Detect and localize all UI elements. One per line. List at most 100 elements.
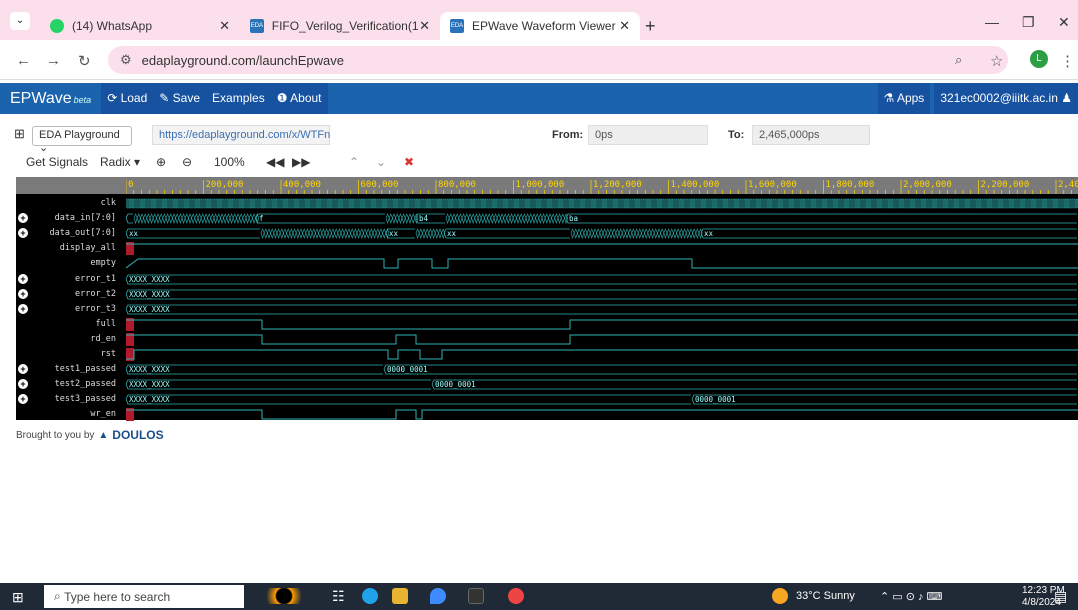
signal-row[interactable]: test1_passed + XXXX_XXXX 0000_0001 <box>16 362 1078 377</box>
rewind-icon[interactable]: ◀◀ <box>262 153 288 173</box>
expand-panel-icon[interactable]: ⊞ <box>14 126 25 142</box>
url-field[interactable]: ⚙ edaplayground.com/launchEpwave <box>108 46 1008 74</box>
weather-text[interactable]: 33°C Sunny <box>796 590 855 602</box>
clear-x-icon[interactable]: ✖ <box>400 153 418 173</box>
waveform-trace[interactable]: XXXX_XXXX <box>126 287 1078 302</box>
playground-select[interactable]: EDA Playground ⌄ <box>32 126 132 154</box>
close-icon[interactable]: ✕ <box>419 18 430 34</box>
waveform-trace[interactable] <box>126 332 1078 347</box>
tab-fifo[interactable]: EDA FIFO_Verilog_Verification(1) - EI ✕ <box>240 12 440 40</box>
signal-name[interactable]: test3_passed <box>16 392 124 407</box>
user-menu[interactable]: 321ec0002@iiitk.ac.in ♟ <box>934 83 1078 114</box>
down-arrow-icon[interactable]: ⌄ <box>372 153 390 173</box>
waveform-trace[interactable]: XXXX_XXXX 0000_0001 <box>126 392 1078 407</box>
tab-epwave[interactable]: EDA EPWave Waveform Viewer ✕ <box>440 12 640 40</box>
d-app-icon[interactable] <box>468 588 484 604</box>
to-input[interactable]: 2,465,000ps <box>752 125 870 145</box>
edge-icon[interactable] <box>362 588 378 604</box>
signal-row[interactable]: test3_passed + XXXX_XXXX 0000_0001 <box>16 392 1078 407</box>
signal-name[interactable]: display_all <box>16 241 124 256</box>
signal-row[interactable]: data_in[7:0] + f b4 ba <box>16 211 1078 226</box>
taskbar-search[interactable]: ⌕ Type here to search <box>44 585 244 608</box>
signal-name[interactable]: data_in[7:0] <box>16 211 124 226</box>
signal-name[interactable]: error_t1 <box>16 272 124 287</box>
close-icon[interactable]: ✕ <box>219 18 230 34</box>
signal-row[interactable]: error_t2 + XXXX_XXXX <box>16 287 1078 302</box>
signal-name[interactable]: data_out[7:0] <box>16 226 124 241</box>
drop-app-icon[interactable] <box>430 588 446 604</box>
waveform-trace[interactable] <box>126 241 1078 256</box>
file-explorer-icon[interactable] <box>392 588 408 604</box>
signal-row[interactable]: wr_en <box>16 407 1078 422</box>
signal-row[interactable]: data_out[7:0] + xx xx xx xx <box>16 226 1078 241</box>
forward-icon[interactable]: → <box>46 52 61 69</box>
from-input[interactable]: 0ps <box>588 125 708 145</box>
signal-name[interactable]: error_t2 <box>16 287 124 302</box>
signal-name[interactable]: rst <box>16 347 124 362</box>
reload-icon[interactable]: ↻ <box>78 52 91 70</box>
minimize-icon[interactable]: — <box>985 14 999 30</box>
task-view-icon[interactable]: ☷ <box>332 588 348 604</box>
signal-row[interactable]: rd_en <box>16 332 1078 347</box>
tray-icons[interactable]: ⌃ ▭ ⊙ ♪ ⌨ <box>880 590 942 603</box>
restore-icon[interactable]: ❐ <box>1022 14 1035 31</box>
menu-kebab-icon[interactable]: ⋮ <box>1060 52 1075 70</box>
signal-row[interactable]: test2_passed + XXXX_XXXX 0000_0001 <box>16 377 1078 392</box>
signal-name[interactable]: error_t3 <box>16 302 124 317</box>
profile-avatar[interactable]: L <box>1030 50 1048 68</box>
signal-row[interactable]: empty <box>16 256 1078 271</box>
signal-row[interactable]: clk <box>16 196 1078 211</box>
about-button[interactable]: ❶ About <box>270 83 328 114</box>
signal-row[interactable]: error_t1 + XXXX_XXXX <box>16 272 1078 287</box>
signal-name[interactable]: test1_passed <box>16 362 124 377</box>
waveform-trace[interactable] <box>126 196 1078 211</box>
signal-row[interactable]: display_all <box>16 241 1078 256</box>
signal-name[interactable]: test2_passed <box>16 377 124 392</box>
waveform-trace[interactable]: XXXX_XXXX <box>126 302 1078 317</box>
waveform-trace[interactable]: f b4 ba <box>126 211 1078 226</box>
eclipse-widget-icon[interactable] <box>260 588 308 604</box>
zoom-icon[interactable]: ⌕ <box>955 52 962 68</box>
signal-name[interactable]: rd_en <box>16 332 124 347</box>
app-brand[interactable]: EPWave beta <box>0 90 101 108</box>
waveform-trace[interactable]: XXXX_XXXX <box>126 272 1078 287</box>
signal-row[interactable]: full <box>16 317 1078 332</box>
waveform-trace[interactable] <box>126 317 1078 332</box>
waveform-trace[interactable]: xx xx xx xx <box>126 226 1078 241</box>
tab-search-chevron-icon[interactable]: ⌄ <box>10 12 30 30</box>
expand-plus-icon[interactable]: + <box>18 288 28 299</box>
new-tab-icon[interactable]: + <box>645 16 656 37</box>
load-button[interactable]: ⟳ Load <box>101 83 154 114</box>
waveform-trace[interactable] <box>126 347 1078 362</box>
window-close-icon[interactable]: ✕ <box>1058 14 1070 31</box>
bookmark-star-icon[interactable]: ☆ <box>990 52 1003 70</box>
expand-plus-icon[interactable]: + <box>18 273 28 284</box>
signal-name[interactable]: empty <box>16 256 124 271</box>
back-icon[interactable]: ← <box>16 52 31 69</box>
waveform-trace[interactable] <box>126 256 1078 271</box>
examples-button[interactable]: Examples <box>206 83 271 114</box>
tab-whatsapp[interactable]: (14) WhatsApp ✕ <box>40 12 240 40</box>
signal-name[interactable]: full <box>16 317 124 332</box>
close-icon[interactable]: ✕ <box>619 18 630 34</box>
up-arrow-icon[interactable]: ⌃ <box>345 153 363 173</box>
site-info-icon[interactable]: ⚙ <box>120 52 132 68</box>
save-button[interactable]: ✎ Save <box>153 83 207 114</box>
zoom-in-icon[interactable]: ⊕ <box>152 153 170 173</box>
doulos-logo[interactable]: DOULOS <box>112 428 163 442</box>
playground-link[interactable]: https://edaplayground.com/x/WTFn <box>152 125 330 145</box>
signal-row[interactable]: error_t3 + XXXX_XXXX <box>16 302 1078 317</box>
apps-button[interactable]: ⚗ Apps <box>877 83 931 114</box>
chrome-icon[interactable] <box>508 588 524 604</box>
windows-start-icon[interactable]: ⊞ <box>12 589 24 606</box>
waveform-trace[interactable] <box>126 407 1078 422</box>
waveform-panel[interactable]: 0 200,000 400,000 600,000 800,000 1,000,000 1,… <box>16 177 1078 422</box>
get-signals-button[interactable]: Get Signals <box>22 153 92 173</box>
zoom-out-icon[interactable]: ⊖ <box>178 153 196 173</box>
signal-name[interactable]: clk <box>16 196 124 211</box>
waveform-trace[interactable]: XXXX_XXXX 0000_0001 <box>126 362 1078 377</box>
radix-dropdown[interactable]: Radix ▾ <box>96 153 144 173</box>
waveform-trace[interactable]: XXXX_XXXX 0000_0001 <box>126 377 1078 392</box>
fast-forward-icon[interactable]: ▶▶ <box>288 153 314 173</box>
signal-row[interactable]: rst <box>16 347 1078 362</box>
